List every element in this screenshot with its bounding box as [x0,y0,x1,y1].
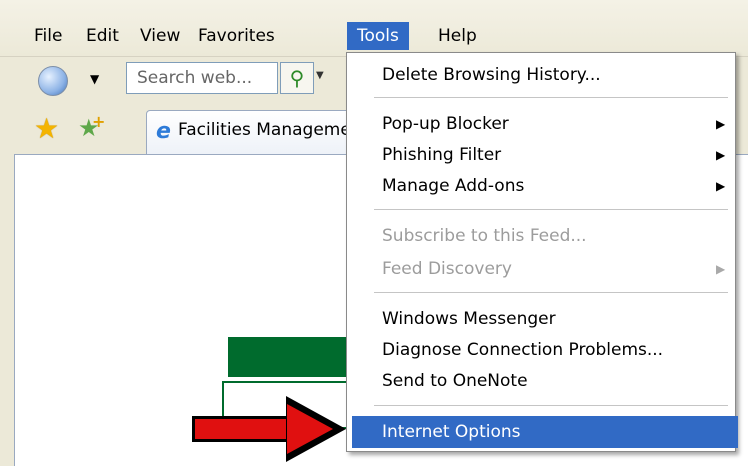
menu-tools[interactable]: Tools [347,22,409,50]
submenu-arrow-icon: ▶ [716,179,726,193]
menu-edit[interactable]: Edit [78,22,127,50]
menu-separator [374,292,728,293]
submenu-arrow-icon: ▶ [716,262,726,276]
menu-item-internet-options[interactable]: Internet Options [382,417,521,447]
favorites-star-icon[interactable]: ★ [34,112,59,145]
menu-item-feed-discovery: Feed Discovery [382,259,512,279]
search-icon[interactable]: ⚲ [280,62,314,94]
menu-item-subscribe-feed: Subscribe to this Feed... [382,226,587,246]
ie-page-icon: e [156,119,171,144]
ie-logo-icon[interactable] [38,66,68,96]
search-input[interactable]: Search web... [126,62,278,94]
menu-favorites[interactable]: Favorites [190,22,283,50]
menu-view[interactable]: View [132,22,188,50]
menu-separator [374,97,728,98]
tab-label: Facilities Management [178,120,350,140]
plus-icon: + [92,112,106,131]
menu-help[interactable]: Help [430,22,485,50]
menu-item-phishing-filter[interactable]: Phishing Filter [382,140,501,170]
menu-separator [374,209,728,210]
submenu-arrow-icon: ▶ [716,148,726,162]
menu-file[interactable]: File [26,22,70,50]
chevron-down-icon[interactable]: ▼ [90,72,99,86]
menu-item-manage-add-ons[interactable]: Manage Add-ons [382,171,524,201]
red-arrow-head [287,404,333,454]
submenu-arrow-icon: ▶ [716,117,726,131]
menu-item-delete-browsing-history[interactable]: Delete Browsing History... [382,60,601,90]
menu-item-diagnose-connection[interactable]: Diagnose Connection Problems... [382,335,663,365]
menu-separator [374,405,728,406]
menu-item-windows-messenger[interactable]: Windows Messenger [382,304,556,334]
red-arrow-shaft [192,416,288,442]
menu-item-popup-blocker[interactable]: Pop-up Blocker [382,109,509,139]
menu-item-send-to-onenote[interactable]: Send to OneNote [382,366,528,396]
search-options-chevron-icon[interactable]: ▼ [316,70,328,88]
